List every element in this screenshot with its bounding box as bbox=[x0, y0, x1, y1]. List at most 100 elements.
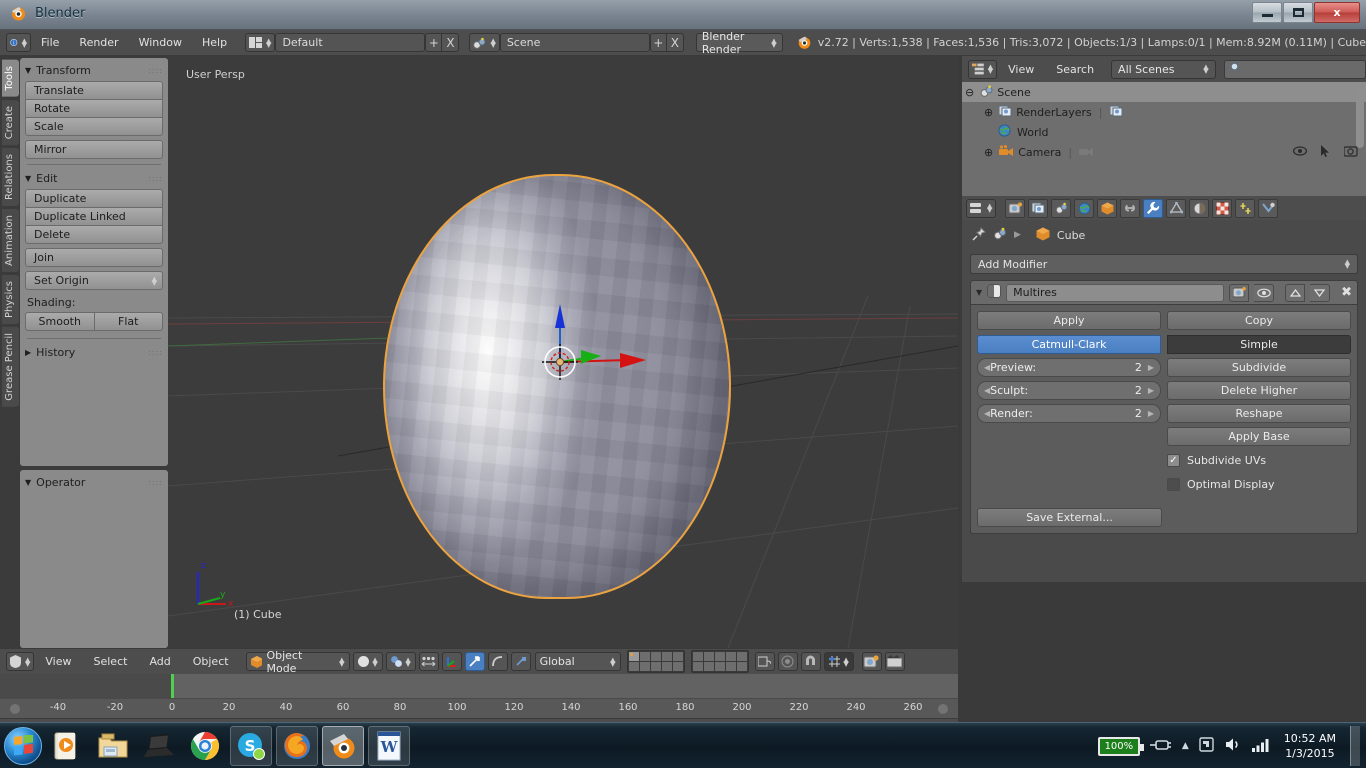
properties-tab-particles[interactable] bbox=[1235, 199, 1255, 218]
tab-tools[interactable]: Tools bbox=[2, 60, 19, 97]
menu-help[interactable]: Help bbox=[192, 33, 237, 52]
taskbar-media-player-icon[interactable] bbox=[46, 726, 88, 766]
modifier-render-toggle[interactable] bbox=[1229, 284, 1249, 302]
history-panel-header[interactable]: ▶ History :::: bbox=[25, 344, 163, 363]
taskbar-blender-icon[interactable] bbox=[322, 726, 364, 766]
outliner-row-camera[interactable]: ⊕ Camera | bbox=[962, 142, 1366, 162]
mirror-button[interactable]: Mirror bbox=[25, 140, 163, 159]
edit-panel-header[interactable]: ▼ Edit :::: bbox=[25, 170, 163, 189]
use-manipulator-toggle[interactable] bbox=[442, 652, 462, 671]
duplicate-linked-button[interactable]: Duplicate Linked bbox=[25, 207, 163, 226]
operator-panel-header[interactable]: ▼ Operator :::: bbox=[25, 474, 163, 493]
preview-levels-field[interactable]: ◀ Preview: 2 ▶ bbox=[977, 358, 1161, 377]
transform-orientation-select[interactable]: Global ▲▼ bbox=[535, 652, 621, 671]
layer-cell[interactable] bbox=[704, 652, 714, 661]
collapse-minus-icon[interactable]: ⊖ bbox=[962, 86, 974, 99]
modifier-name-field[interactable]: Multires bbox=[1006, 284, 1224, 302]
delete-screen-layout-button[interactable]: X bbox=[442, 33, 459, 52]
taskbar-chrome-icon[interactable] bbox=[184, 726, 226, 766]
properties-tab-render-layers[interactable] bbox=[1028, 199, 1048, 218]
layer-cell[interactable] bbox=[726, 652, 736, 661]
translate-manipulator-toggle[interactable] bbox=[465, 652, 485, 671]
expand-plus-icon[interactable]: ⊕ bbox=[962, 106, 993, 119]
optimal-display-row[interactable]: Optimal Display bbox=[1167, 474, 1351, 494]
shade-smooth-button[interactable]: Smooth bbox=[25, 312, 95, 331]
tab-grease-pencil[interactable]: Grease Pencil bbox=[2, 327, 19, 407]
layer-cell[interactable] bbox=[673, 662, 683, 671]
viewport-shading-select[interactable]: ▲▼ bbox=[353, 652, 383, 671]
properties-tab-data[interactable] bbox=[1166, 199, 1186, 218]
layer-cell[interactable] bbox=[704, 662, 714, 671]
visibility-eye-icon[interactable] bbox=[1293, 146, 1307, 159]
layer-cell[interactable] bbox=[737, 662, 747, 671]
power-plug-icon[interactable] bbox=[1150, 737, 1172, 756]
sculpt-levels-field[interactable]: ◀ Sculpt: 2 ▶ bbox=[977, 381, 1161, 400]
modifier-viewport-toggle[interactable] bbox=[1254, 284, 1274, 302]
interaction-mode-select[interactable]: Object Mode ▲▼ bbox=[246, 652, 350, 671]
increment-icon[interactable]: ▶ bbox=[1148, 363, 1154, 372]
modifier-collapse-triangle-icon[interactable]: ▼ bbox=[976, 288, 982, 297]
outliner-editor[interactable]: ▲▼ View Search All Scenes ▲▼ bbox=[962, 56, 1366, 196]
join-button[interactable]: Join bbox=[25, 248, 163, 267]
taskbar-word-icon[interactable]: W bbox=[368, 726, 410, 766]
subdivision-type-catmull-clark-button[interactable]: Catmull-Clark bbox=[977, 335, 1161, 354]
modifier-move-up-button[interactable] bbox=[1285, 284, 1305, 302]
scale-manipulator-toggle[interactable] bbox=[511, 652, 531, 671]
tab-animation[interactable]: Animation bbox=[2, 209, 19, 272]
reshape-button[interactable]: Reshape bbox=[1167, 404, 1351, 423]
menu-render[interactable]: Render bbox=[69, 33, 128, 52]
viewport-menu-object[interactable]: Object bbox=[182, 655, 240, 668]
scene-layers[interactable] bbox=[627, 650, 749, 673]
add-modifier-dropdown[interactable]: Add Modifier ▲▼ bbox=[970, 254, 1358, 274]
scene-select[interactable]: Scene bbox=[500, 33, 650, 52]
layer-cell[interactable] bbox=[673, 652, 683, 661]
editor-type-outliner-button[interactable]: ▲▼ bbox=[968, 60, 997, 79]
layer-cell[interactable] bbox=[651, 652, 661, 661]
subdivide-uvs-row[interactable]: ✓ Subdivide UVs bbox=[1167, 450, 1351, 470]
rotate-manipulator-toggle[interactable] bbox=[488, 652, 508, 671]
viewport-menu-add[interactable]: Add bbox=[138, 655, 181, 668]
layer-cell[interactable] bbox=[640, 652, 650, 661]
taskbar-clock[interactable]: 10:52 AM 1/3/2015 bbox=[1284, 731, 1336, 761]
outliner-row-renderlayers[interactable]: ⊕ RenderLayers | bbox=[962, 102, 1366, 122]
render-image-button[interactable] bbox=[862, 652, 882, 671]
minimize-button[interactable] bbox=[1252, 2, 1282, 23]
timeline-left-knob[interactable] bbox=[10, 704, 20, 714]
outliner-row-world[interactable]: World bbox=[962, 122, 1366, 142]
properties-tab-scene[interactable] bbox=[1051, 199, 1071, 218]
taskbar-laptop-icon[interactable] bbox=[138, 726, 180, 766]
optimal-display-checkbox[interactable] bbox=[1167, 478, 1180, 491]
delete-scene-button[interactable]: X bbox=[667, 33, 684, 52]
outliner-row-scene[interactable]: ⊖ Scene bbox=[962, 82, 1366, 102]
increment-icon[interactable]: ▶ bbox=[1148, 409, 1154, 418]
pin-icon[interactable] bbox=[972, 227, 986, 244]
properties-tab-constraints[interactable] bbox=[1120, 199, 1140, 218]
timeline-editor[interactable]: -40 -20 0 20 40 60 80 100 120 140 160 18… bbox=[0, 674, 958, 722]
maximize-button[interactable] bbox=[1283, 2, 1313, 23]
delete-higher-button[interactable]: Delete Higher bbox=[1167, 381, 1351, 400]
timeline-playhead[interactable] bbox=[171, 674, 174, 698]
properties-tab-object[interactable] bbox=[1097, 199, 1117, 218]
battery-indicator[interactable]: 100% bbox=[1098, 737, 1140, 756]
proportional-edit-button[interactable] bbox=[778, 652, 798, 671]
add-scene-button[interactable]: + bbox=[650, 33, 667, 52]
shade-flat-button[interactable]: Flat bbox=[95, 312, 164, 331]
menu-window[interactable]: Window bbox=[129, 33, 192, 52]
manipulate-center-points-button[interactable] bbox=[419, 652, 439, 671]
camera-data-icon[interactable] bbox=[1079, 145, 1094, 160]
set-origin-dropdown[interactable]: Set Origin ▲▼ bbox=[25, 271, 163, 290]
properties-tab-world[interactable] bbox=[1074, 199, 1094, 218]
layer-cell[interactable] bbox=[662, 652, 672, 661]
expand-plus-icon[interactable]: ⊕ bbox=[962, 146, 993, 159]
layer-cell[interactable] bbox=[629, 662, 639, 671]
layer-cell[interactable] bbox=[726, 662, 736, 671]
editor-type-info-button[interactable]: i ▲▼ bbox=[6, 33, 31, 52]
start-button[interactable] bbox=[4, 727, 42, 765]
close-button[interactable]: x bbox=[1314, 2, 1360, 23]
outliner-menu-search[interactable]: Search bbox=[1045, 63, 1105, 76]
translate-button[interactable]: Translate bbox=[25, 81, 163, 100]
layer-cell[interactable] bbox=[693, 662, 703, 671]
translate-manipulator[interactable] bbox=[468, 242, 668, 402]
modifier-move-down-button[interactable] bbox=[1310, 284, 1330, 302]
tab-create[interactable]: Create bbox=[2, 100, 19, 145]
